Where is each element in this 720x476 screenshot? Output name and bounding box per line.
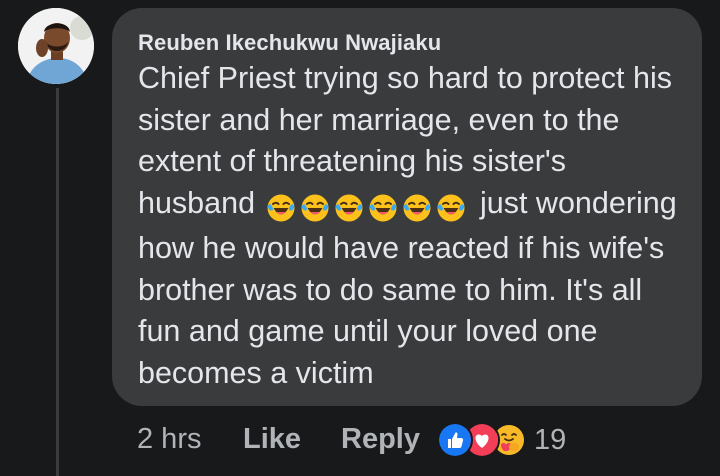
reply-button[interactable]: Reply [341, 423, 420, 456]
face-with-tears-of-joy-icon [335, 194, 363, 222]
face-with-tears-of-joy-icon [301, 194, 329, 222]
comment-screen: Reuben Ikechukwu Nwajiaku Chief Priest t… [0, 0, 720, 476]
avatar[interactable] [18, 8, 94, 84]
face-with-tears-of-joy-icon [369, 194, 397, 222]
reaction-count: 19 [534, 423, 567, 456]
thread-line [56, 88, 59, 476]
emoji-group [266, 187, 470, 229]
reaction-summary[interactable]: 19 [437, 422, 567, 458]
face-with-tears-of-joy-icon [403, 194, 431, 222]
comment-text: Chief Priest trying so hard to protect h… [138, 58, 688, 394]
comment-bubble: Reuben Ikechukwu Nwajiaku Chief Priest t… [112, 8, 702, 406]
like-reaction-icon [437, 422, 473, 458]
comment-author-name[interactable]: Reuben Ikechukwu Nwajiaku [138, 30, 441, 56]
comment-actions: 2 hrs Like Reply 19 [137, 422, 707, 463]
comment-timestamp[interactable]: 2 hrs [137, 423, 201, 456]
face-with-tears-of-joy-icon [437, 194, 465, 222]
like-button[interactable]: Like [243, 423, 301, 456]
face-with-tears-of-joy-icon [267, 194, 295, 222]
